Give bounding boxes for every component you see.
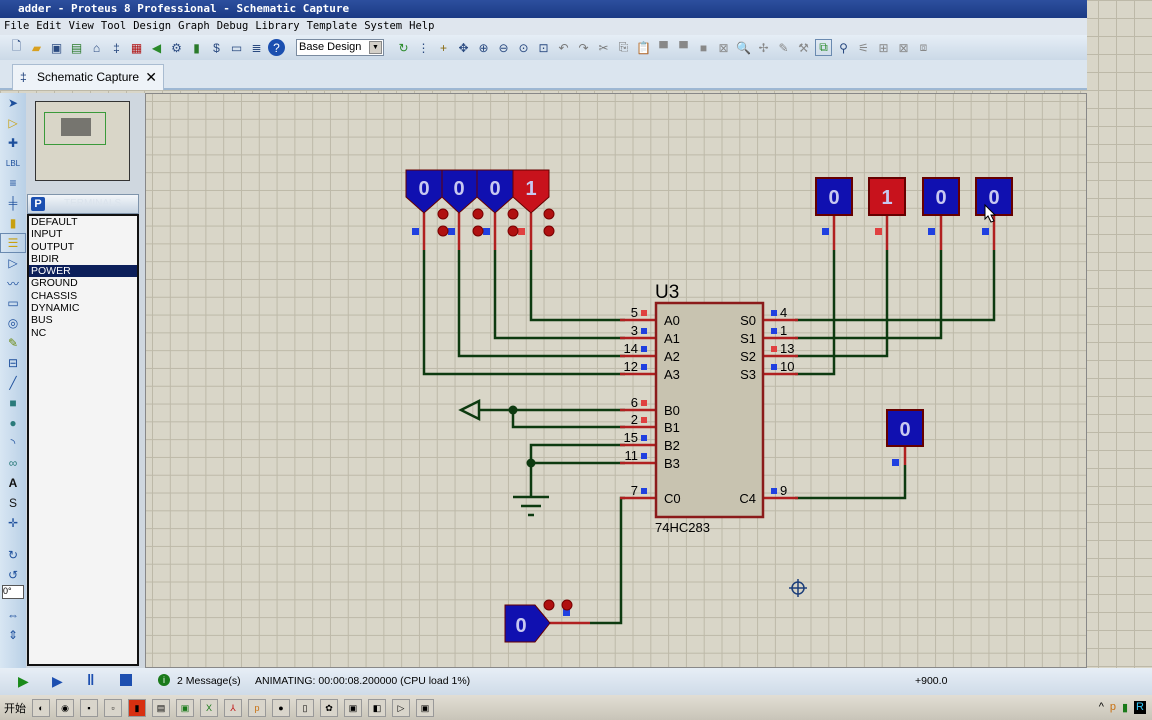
chrome-icon[interactable]: ◉ xyxy=(56,698,74,717)
pin-number: 9 xyxy=(780,483,787,498)
carry-in-logic-state[interactable] xyxy=(504,604,551,643)
os-taskbar: 开始 ◐ ◉ ▪ ▫ ▮ ▤ ▣ X ⅄ p ● ▯ ✿ ▣ ◧ ▷ ▣ ^ p ▮ R xyxy=(0,695,1152,720)
animation-status: ANIMATING: 00:00:08.200000 (CPU load 1%) xyxy=(255,675,471,687)
taskbar-app-icon[interactable]: ◧ xyxy=(368,698,386,717)
chip-ref-label: U3 xyxy=(655,282,679,303)
logic-state-value: 1 xyxy=(525,178,536,200)
info-icon: i xyxy=(158,674,170,686)
wire xyxy=(795,250,943,340)
pin-number: 12 xyxy=(624,359,638,374)
pin-name: B3 xyxy=(664,456,680,471)
status-bar: ▶ ▶ ‖ i 2 Message(s) ANIMATING: 00:00:08… xyxy=(0,668,1152,695)
pin-number: 6 xyxy=(631,395,638,410)
wire xyxy=(457,250,625,358)
pause-button[interactable]: ‖ xyxy=(87,672,94,689)
wire xyxy=(795,465,907,500)
probe-value: 0 xyxy=(828,187,839,209)
pin-name: A0 xyxy=(664,313,680,328)
taskbar-app-icon[interactable]: ▫ xyxy=(104,698,122,717)
probe-value: 0 xyxy=(899,419,910,441)
crosshair-icon xyxy=(789,579,807,597)
logic-state-value: 0 xyxy=(515,615,526,637)
pin-number: 3 xyxy=(631,323,638,338)
probe-value: 1 xyxy=(881,187,892,209)
pin-name: A1 xyxy=(664,331,680,346)
tray-proteus-icon[interactable]: p xyxy=(1110,701,1116,714)
pin-number: 2 xyxy=(631,412,638,427)
pin-name: S2 xyxy=(740,349,756,364)
power-terminal xyxy=(458,398,481,422)
schematic-drawing: U3 74HC283 A0 A1 A2 A3 B0 B1 B2 B3 C0 5 … xyxy=(405,169,1013,643)
input-logic-states: 0 0 0 1 xyxy=(405,169,550,214)
logic-state-value: 0 xyxy=(489,178,500,200)
logic-state-value: 0 xyxy=(453,178,464,200)
taskbar-app-icon[interactable]: ▣ xyxy=(176,698,194,717)
pin-number: 10 xyxy=(780,359,794,374)
taskbar-app-icon[interactable]: ▷ xyxy=(392,698,410,717)
coordinate-readout: +900.0 xyxy=(915,675,948,687)
tray-app-icon[interactable]: ▮ xyxy=(1122,701,1128,714)
taskbar-app-icon[interactable]: ● xyxy=(272,698,290,717)
ground-terminal xyxy=(513,495,549,517)
pin-number: 13 xyxy=(780,341,794,356)
output-logic-probes: 0 1 0 0 0 xyxy=(815,177,1013,447)
taskbar-app-icon[interactable]: ▣ xyxy=(416,698,434,717)
pin-number: 5 xyxy=(631,305,638,320)
taskbar-app-icon[interactable]: ▮ xyxy=(128,698,146,717)
pin-name: B2 xyxy=(664,438,680,453)
tray-expand-icon[interactable]: ^ xyxy=(1099,701,1104,714)
chip-part-label: 74HC283 xyxy=(655,520,710,535)
wire xyxy=(795,250,996,322)
pin-number: 15 xyxy=(624,430,638,445)
stop-button[interactable] xyxy=(120,674,132,686)
wire xyxy=(529,443,625,497)
pin-name: C0 xyxy=(664,491,681,506)
excel-icon[interactable]: X xyxy=(200,698,218,717)
pin-number: 14 xyxy=(624,341,638,356)
pin-number: 4 xyxy=(780,305,787,320)
junction-dot xyxy=(526,458,536,468)
taskbar-app-icon[interactable]: ▪ xyxy=(80,698,98,717)
junction-dot xyxy=(508,405,518,415)
pin-name: A2 xyxy=(664,349,680,364)
logic-state-value: 0 xyxy=(418,178,429,200)
pin-number: 7 xyxy=(631,483,638,498)
proteus-icon[interactable]: p xyxy=(248,698,266,717)
taskbar-app-icon[interactable]: ◐ xyxy=(32,698,50,717)
pin-name: C4 xyxy=(739,491,756,506)
pin-name: S3 xyxy=(740,367,756,382)
play-button[interactable]: ▶ xyxy=(18,673,29,690)
pin-name: B1 xyxy=(664,420,680,435)
start-button[interactable]: 开始 xyxy=(4,700,26,716)
tray-r-icon[interactable]: R xyxy=(1134,701,1146,714)
pin-name: S1 xyxy=(740,331,756,346)
taskbar-app-icon[interactable]: ▯ xyxy=(296,698,314,717)
taskbar-app-icon[interactable]: ✿ xyxy=(320,698,338,717)
wire xyxy=(493,250,625,340)
pin-name: A3 xyxy=(664,367,680,382)
wire xyxy=(511,410,625,429)
pin-number: 1 xyxy=(780,323,787,338)
pdf-icon[interactable]: ⅄ xyxy=(224,698,242,717)
taskbar-app-icon[interactable]: ▣ xyxy=(344,698,362,717)
probe-value: 0 xyxy=(935,187,946,209)
wire xyxy=(590,496,625,625)
pin-number: 11 xyxy=(625,448,639,463)
messages-count[interactable]: 2 Message(s) xyxy=(177,675,241,687)
wire xyxy=(529,250,625,322)
taskbar-app-icon[interactable]: ▤ xyxy=(152,698,170,717)
wire xyxy=(795,250,889,358)
pin-name: B0 xyxy=(664,403,680,418)
pin-name: S0 xyxy=(740,313,756,328)
step-button[interactable]: ▶ xyxy=(52,673,63,690)
probe-value: 0 xyxy=(988,187,999,209)
